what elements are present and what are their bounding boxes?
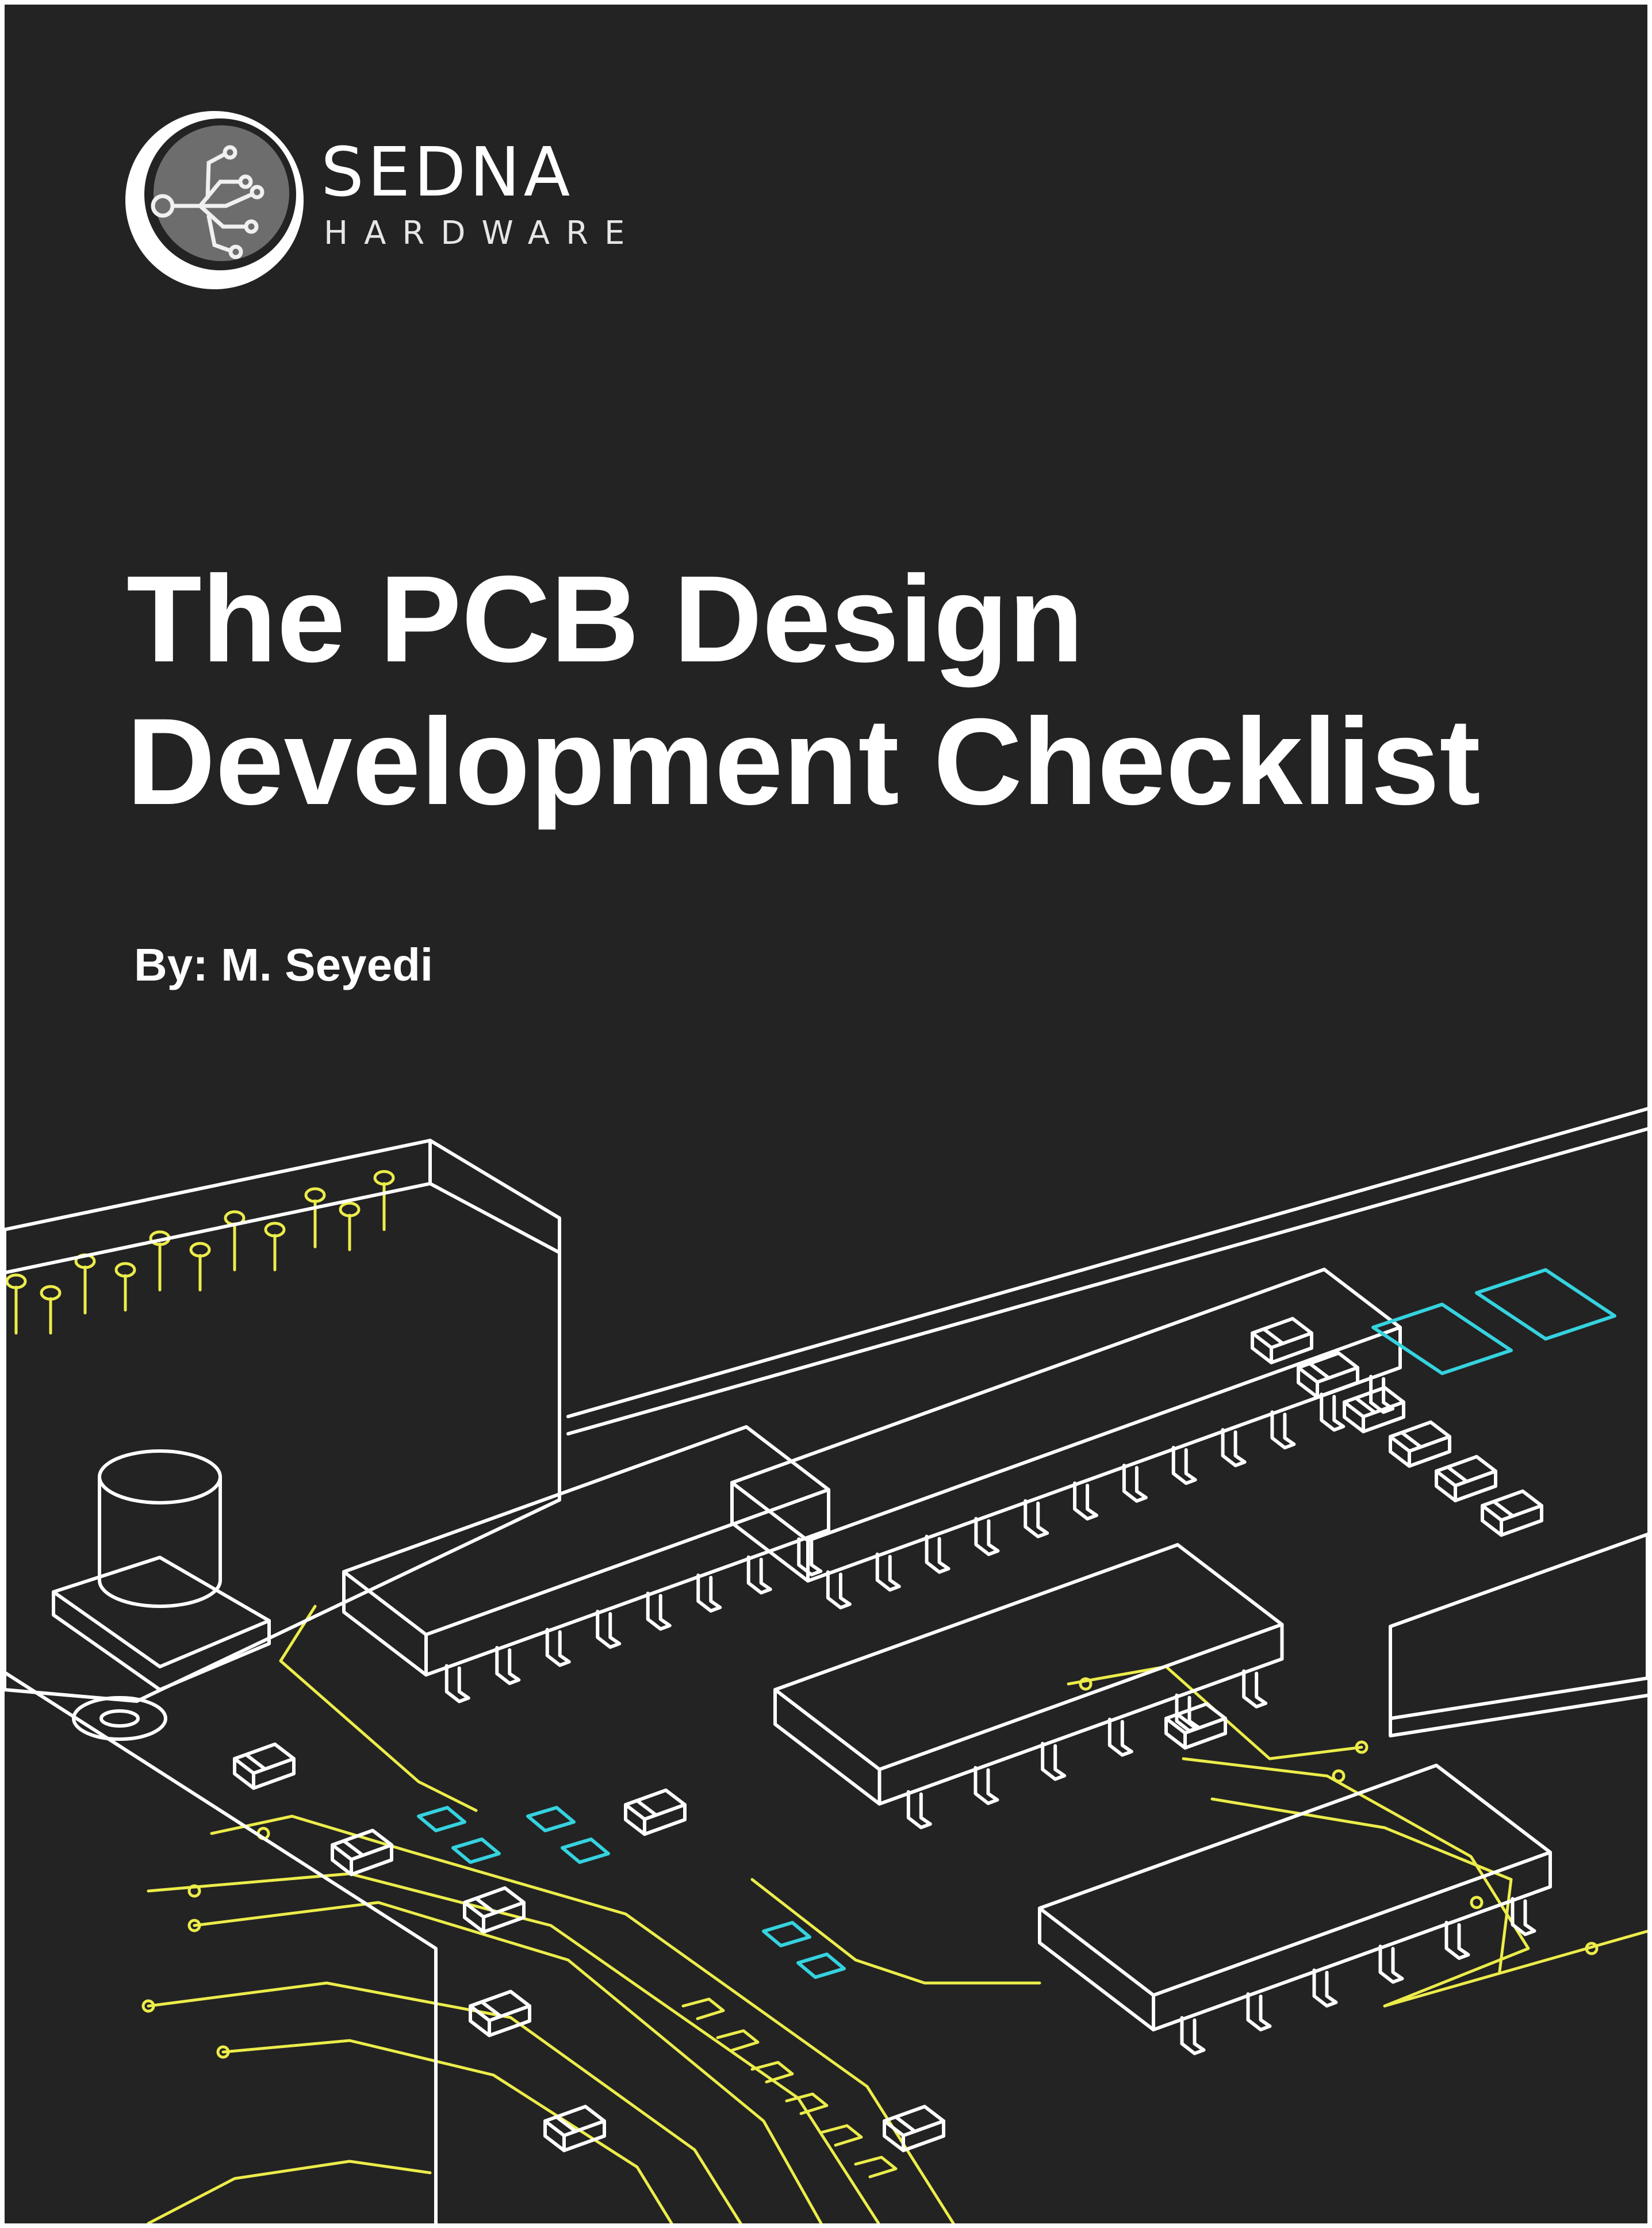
smd-component-13-edge bbox=[883, 2119, 905, 2153]
meander-1 bbox=[681, 1997, 725, 2020]
ic-chip-2-pin bbox=[1073, 1481, 1099, 1521]
smd-component-10-band bbox=[635, 1799, 658, 1817]
title-line-1: The PCB Design bbox=[127, 550, 1084, 688]
ic-chip-5 bbox=[1389, 1533, 1647, 1720]
smd-component-6-edge bbox=[1481, 1504, 1503, 1537]
ic-chip-2-pin bbox=[1270, 1410, 1296, 1450]
smd-component-2-band bbox=[1308, 1362, 1331, 1380]
smd-component-5-edge bbox=[1435, 1469, 1457, 1503]
page-title: The PCB Design Development Checklist bbox=[127, 548, 1481, 833]
pad-7 bbox=[762, 1921, 811, 1947]
trace-4 bbox=[193, 1901, 823, 2223]
ic-chip-4-pin bbox=[1312, 1968, 1338, 2008]
ic-chip-1-pin bbox=[596, 1609, 622, 1649]
smd-component-2-edge bbox=[1297, 1366, 1319, 1399]
cover-page: SEDNA HARDWARE The PCB Design Developmen… bbox=[5, 5, 1647, 2223]
ic-chip-2-pin bbox=[925, 1534, 950, 1574]
brand-subtitle: HARDWARE bbox=[324, 215, 641, 252]
ic-chip-2-pin bbox=[1320, 1392, 1346, 1432]
smd-component-12-edge bbox=[543, 2119, 566, 2153]
pcb-illustration bbox=[5, 1107, 1647, 2223]
smd-component-4-band bbox=[1400, 1431, 1423, 1449]
smd-component-6-band bbox=[1492, 1500, 1515, 1518]
brand-name: SEDNA bbox=[321, 132, 574, 212]
ic-chip-4-side bbox=[1152, 1850, 1552, 2032]
trace-7 bbox=[750, 1878, 1041, 1985]
trace-5 bbox=[147, 1981, 742, 2223]
meander-3 bbox=[750, 2061, 794, 2084]
smd-component-5-band bbox=[1446, 1465, 1469, 1483]
trace-10 bbox=[1210, 1797, 1513, 1973]
ic-chip-2-pin bbox=[875, 1552, 901, 1592]
ic-chip-5-side bbox=[1389, 1694, 1647, 1737]
ic-chip-4-pin bbox=[1180, 2016, 1206, 2055]
ic-chip-2-pin bbox=[826, 1570, 852, 1610]
author-byline: By: M. Seyedi bbox=[134, 939, 434, 990]
mount-hole bbox=[72, 1696, 167, 1741]
ic-chip-3-pin bbox=[1107, 1717, 1133, 1757]
ic-chip-4-pin bbox=[1444, 1920, 1470, 1960]
ic-chip-3-pin bbox=[906, 1790, 932, 1829]
ic-chip-1-pin bbox=[746, 1555, 772, 1595]
pad-8 bbox=[796, 1953, 846, 1979]
smd-component-7-band bbox=[244, 1753, 267, 1771]
board-rail-top bbox=[566, 1107, 1647, 1418]
header-connector-inner bbox=[5, 1182, 561, 1274]
pad-4 bbox=[451, 1837, 501, 1864]
smd-component-13-band bbox=[894, 2115, 917, 2133]
smd-component-4-edge bbox=[1389, 1435, 1411, 1468]
via-7 bbox=[1332, 1769, 1346, 1783]
pad-6 bbox=[561, 1837, 610, 1864]
pad-3 bbox=[417, 1806, 466, 1832]
mount-hole-inner bbox=[99, 1709, 140, 1728]
trace-11 bbox=[147, 2160, 432, 2223]
meander-4 bbox=[785, 2092, 829, 2115]
board-step bbox=[5, 1671, 438, 2223]
trace-9 bbox=[1182, 1757, 1647, 2008]
ic-chip-2-pin bbox=[1122, 1463, 1148, 1503]
board-rail-bottom bbox=[566, 1127, 1647, 1435]
ic-chip-1-pin bbox=[797, 1537, 823, 1576]
smd-component-1-band bbox=[1262, 1327, 1285, 1345]
capacitor-base bbox=[52, 1556, 271, 1668]
ic-chip-1-pin bbox=[545, 1628, 571, 1667]
ic-chip-1-pin bbox=[495, 1645, 521, 1685]
ic-chip-4-pin bbox=[1511, 1897, 1536, 1936]
ic-chip-4-pin bbox=[1378, 1944, 1404, 1984]
ic-chip-3-pin bbox=[1242, 1669, 1268, 1709]
ic-chip-2-pin bbox=[1171, 1446, 1197, 1486]
smd-component-8-band bbox=[342, 1839, 365, 1857]
smd-component-1-edge bbox=[1251, 1331, 1273, 1365]
pad-1 bbox=[1371, 1303, 1513, 1375]
ic-chip-2-pin bbox=[1024, 1499, 1049, 1538]
ic-chip-1-side bbox=[424, 1488, 830, 1677]
smd-component-14-edge bbox=[1164, 1717, 1187, 1750]
brand-logo: SEDNA HARDWARE bbox=[122, 108, 640, 298]
ic-chip-4-pin bbox=[1246, 1992, 1272, 2032]
ic-chip-1-pin bbox=[444, 1664, 470, 1703]
ic-chip-1-pin bbox=[696, 1573, 722, 1613]
smd-component-3-edge bbox=[1343, 1400, 1365, 1434]
smd-component-7-edge bbox=[233, 1757, 255, 1790]
ic-chip-3 bbox=[773, 1543, 1284, 1771]
ic-chip-2-pin bbox=[974, 1517, 1000, 1556]
smd-component-8-edge bbox=[331, 1843, 353, 1877]
meander-6 bbox=[854, 2156, 898, 2179]
ic-chip-1-pin bbox=[646, 1591, 672, 1631]
smd-component-10-edge bbox=[624, 1803, 646, 1836]
ic-chip-3-pin bbox=[973, 1766, 999, 1805]
ic-chip-2-pin bbox=[1221, 1428, 1247, 1468]
pad-2 bbox=[1475, 1268, 1616, 1341]
circuit-node-icon bbox=[125, 111, 304, 289]
via-9 bbox=[1470, 1896, 1484, 1909]
smd-component-14-band bbox=[1176, 1713, 1198, 1731]
capacitor-top bbox=[98, 1449, 222, 1505]
pad-5 bbox=[526, 1806, 576, 1832]
ic-chip-4-edge bbox=[1038, 1907, 1155, 2032]
ic-chip-1 bbox=[342, 1425, 830, 1637]
ic-chip-4 bbox=[1038, 1763, 1552, 1997]
ic-chip-3-edge bbox=[773, 1688, 881, 1806]
ic-chip-3-pin bbox=[1041, 1741, 1067, 1781]
title-line-2: Development Checklist bbox=[127, 693, 1481, 830]
